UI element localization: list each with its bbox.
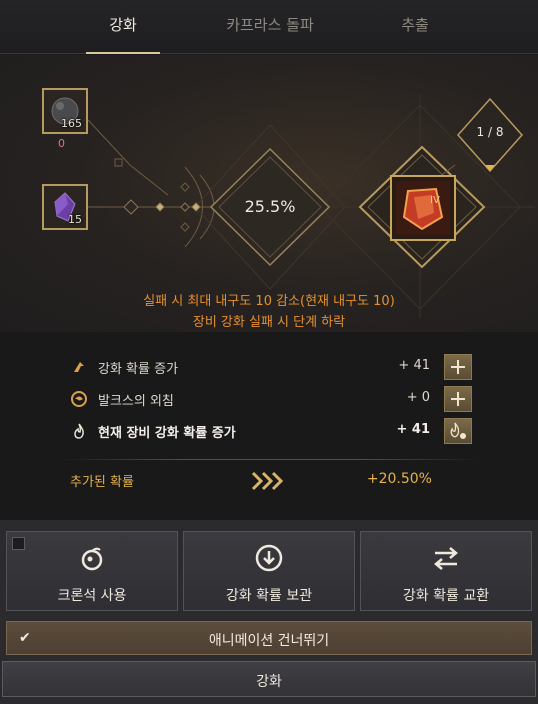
add-bonus-button[interactable] bbox=[444, 354, 472, 380]
cron-stone-label: 크론석 사용 bbox=[57, 588, 127, 604]
plus-icon bbox=[451, 392, 465, 406]
enhance-button-label: 강화 bbox=[256, 674, 282, 690]
chevrons-icon bbox=[251, 471, 284, 491]
cron-stone-button[interactable]: 크론석 사용 bbox=[6, 531, 178, 611]
bonus-label: 발크스의 외침 bbox=[98, 394, 174, 409]
exchange-rate-label: 강화 확률 교환 bbox=[402, 588, 490, 604]
bonus-panel: 강화 확률 증가 + 41 발크스의 외침 + 0 현재 장비 강화 확률 증가… bbox=[0, 332, 538, 520]
bonus-row: 현재 장비 강화 확률 증가 + 41 bbox=[70, 418, 480, 444]
cron-checkbox[interactable] bbox=[12, 537, 25, 550]
skip-animation-label: 애니메이션 건너뛰기 bbox=[208, 633, 330, 649]
flame-stack-icon bbox=[450, 422, 466, 439]
tab-extract[interactable]: 추출 bbox=[376, 0, 454, 54]
download-icon bbox=[255, 544, 283, 572]
warning-durability: 실패 시 최대 내구도 10 감소(현재 내구도 10) bbox=[143, 294, 395, 309]
enhancement-stage: 165 0 15 25.5% IV 1 / 8 실패 시 최대 내구도 10 감… bbox=[0, 55, 538, 332]
gloves-icon: IV bbox=[396, 181, 450, 235]
bonus-label: 강화 확률 증가 bbox=[98, 362, 179, 377]
success-rate: 25.5% bbox=[244, 197, 296, 216]
swap-icon bbox=[434, 547, 458, 570]
material-count: 165 bbox=[61, 117, 82, 130]
valks-icon bbox=[71, 391, 87, 407]
add-valks-button[interactable] bbox=[444, 386, 472, 412]
svg-text:IV: IV bbox=[430, 195, 440, 206]
bonus-label: 현재 장비 강화 확률 증가 bbox=[98, 426, 236, 441]
cron-stone-icon bbox=[81, 547, 103, 571]
tab-enhance[interactable]: 강화 bbox=[86, 0, 160, 54]
material-slot-crystal[interactable]: 15 bbox=[42, 184, 88, 230]
warning-downgrade: 장비 강화 실패 시 단계 하락 bbox=[192, 315, 346, 330]
material-sub-count: 0 bbox=[58, 137, 65, 150]
bonus-value: + 0 bbox=[406, 390, 430, 405]
step-counter: 1 / 8 bbox=[476, 125, 504, 139]
bonus-value: + 41 bbox=[398, 358, 430, 373]
divider bbox=[60, 459, 480, 460]
store-rate-label: 강화 확률 보관 bbox=[225, 588, 313, 604]
current-bonus-button[interactable] bbox=[444, 418, 472, 444]
plus-icon bbox=[451, 360, 465, 374]
action-area: 크론석 사용 강화 확률 보관 강화 확률 교환 ✔ 애니메이션 건너뛰기 강화 bbox=[0, 520, 538, 704]
bonus-value: + 41 bbox=[396, 422, 430, 437]
exchange-rate-button[interactable]: 강화 확률 교환 bbox=[360, 531, 532, 611]
bonus-row: 발크스의 외침 + 0 bbox=[70, 386, 480, 412]
bonus-row: 강화 확률 증가 + 41 bbox=[70, 354, 480, 380]
added-rate-value: +20.50% bbox=[366, 471, 432, 487]
arrow-up-icon bbox=[74, 362, 84, 372]
material-count: 15 bbox=[68, 213, 82, 226]
material-slot-stone[interactable]: 165 bbox=[42, 88, 88, 134]
skip-animation-toggle[interactable]: ✔ 애니메이션 건너뛰기 bbox=[6, 621, 532, 655]
added-rate-label: 추가된 확률 bbox=[70, 475, 134, 490]
enhance-button[interactable]: 강화 bbox=[2, 661, 536, 697]
tab-bar: 강화 카프라스 돌파 추출 bbox=[0, 0, 538, 54]
flame-icon bbox=[74, 423, 84, 439]
target-item-slot[interactable]: IV bbox=[390, 175, 456, 241]
tab-caphras[interactable]: 카프라스 돌파 bbox=[210, 0, 330, 54]
store-rate-button[interactable]: 강화 확률 보관 bbox=[183, 531, 355, 611]
